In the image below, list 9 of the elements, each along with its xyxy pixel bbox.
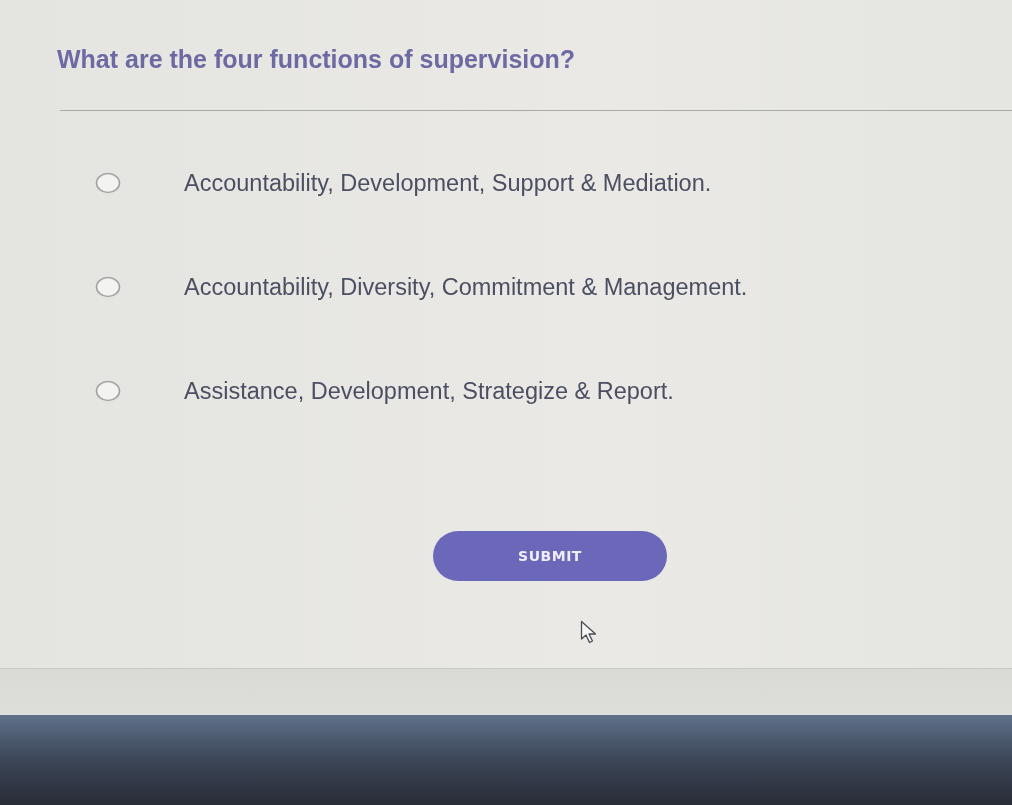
radio-button[interactable] [95, 276, 121, 298]
option-label[interactable]: Accountability, Diversity, Commitment & Management. [184, 273, 748, 301]
radio-button[interactable] [95, 172, 121, 194]
option-label[interactable]: Accountability, Development, Support & Mediation. [184, 169, 712, 197]
option-label[interactable]: Assistance, Development, Strategize & Report. [184, 377, 674, 405]
question-title: What are the four functions of supervision? [57, 44, 577, 75]
radio-button[interactable] [95, 380, 121, 402]
mouse-pointer-icon [580, 620, 598, 644]
submit-button[interactable]: SUBMIT [433, 531, 667, 581]
